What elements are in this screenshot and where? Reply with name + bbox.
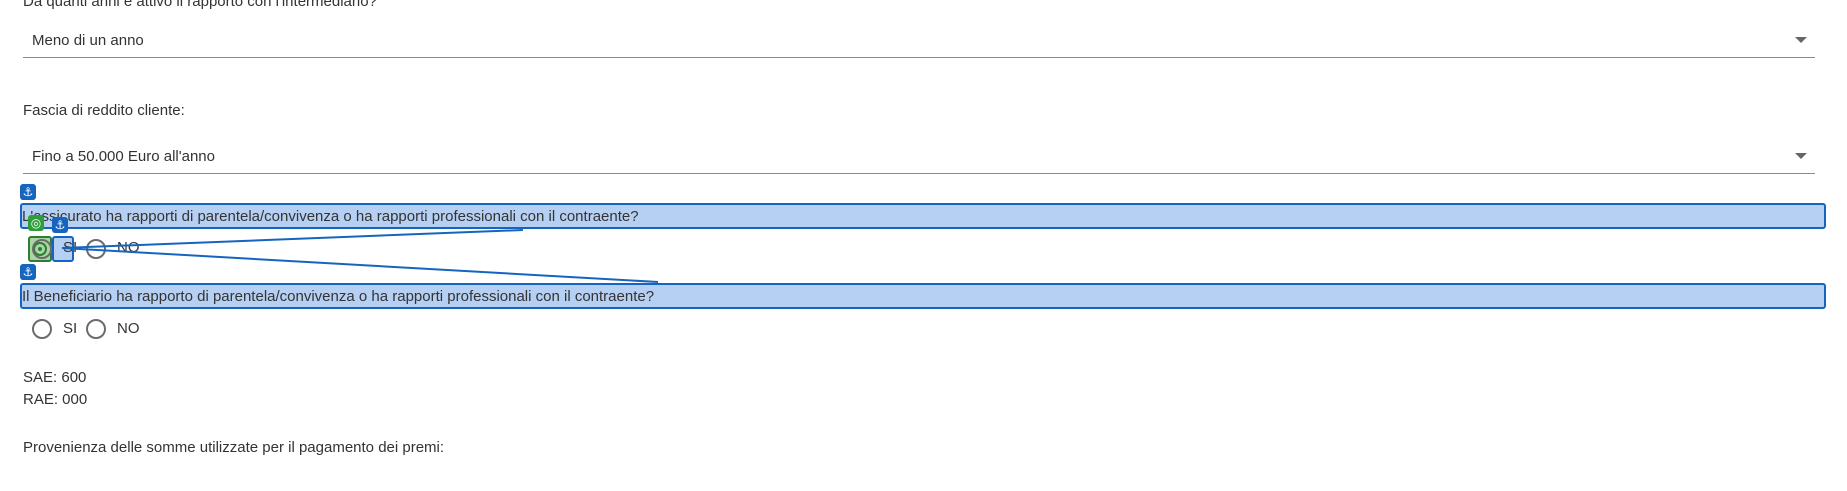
beneficiary-radio-group: SI NO xyxy=(31,317,231,341)
question-beneficiary-label: Il Beneficiario ha rapporto di parentela… xyxy=(22,288,655,305)
chevron-down-icon[interactable] xyxy=(1795,153,1807,159)
beneficiary-radio-no[interactable] xyxy=(86,319,106,339)
question-years-label: Da quanti anni è attivo il rapporto con … xyxy=(23,0,377,10)
years-select-value: Meno di un anno xyxy=(32,32,144,49)
beneficiary-si-label: SI xyxy=(63,320,78,337)
overlay-connectors xyxy=(61,229,659,283)
beneficiary-no-label: NO xyxy=(117,320,140,337)
question-income-label: Fascia di reddito cliente: xyxy=(23,102,185,119)
insured-radio-no[interactable] xyxy=(86,239,106,259)
insured-si-label: SI xyxy=(63,239,78,256)
insured-radio-si[interactable] xyxy=(32,239,52,259)
anchor-icon: ⚓ xyxy=(52,217,68,233)
insured-radio-group: ◎ ⚓ SI NO xyxy=(28,215,231,262)
income-select-value: Fino a 50.000 Euro all'anno xyxy=(32,148,215,165)
anchor-icon: ⚓ xyxy=(20,184,36,200)
anchor-icon: ⚓ xyxy=(20,264,36,280)
target-icon: ◎ xyxy=(28,215,44,231)
chevron-down-icon[interactable] xyxy=(1795,37,1807,43)
beneficiary-radio-si[interactable] xyxy=(32,319,52,339)
question-insured-label: L'assicurato ha rapporti di parentela/co… xyxy=(22,208,639,225)
years-select[interactable]: Meno di un anno xyxy=(23,27,1815,58)
question-funds-label: Provenienza delle somme utilizzate per i… xyxy=(23,439,445,456)
insured-no-label: NO xyxy=(117,239,140,256)
rae-code: RAE: 000 xyxy=(23,391,88,408)
sae-code: SAE: 600 xyxy=(23,369,87,386)
income-select[interactable]: Fino a 50.000 Euro all'anno xyxy=(23,143,1815,174)
